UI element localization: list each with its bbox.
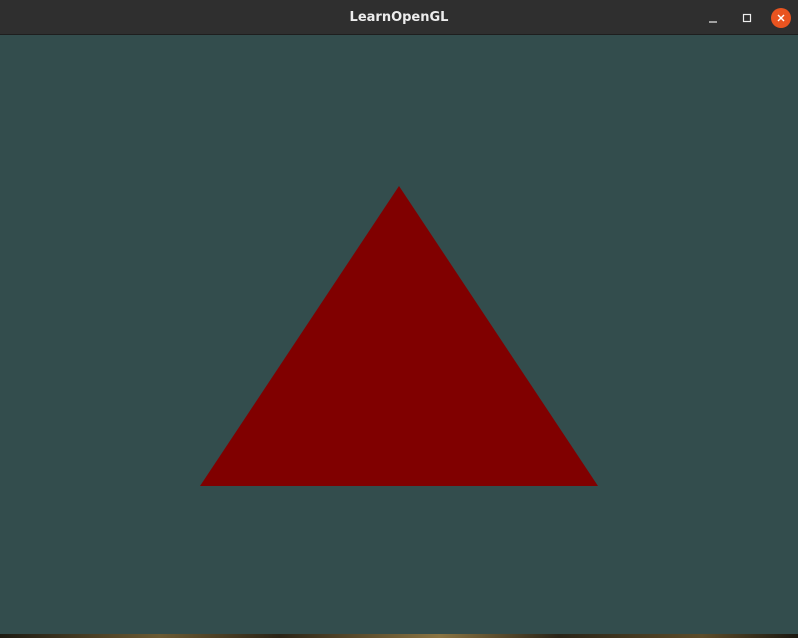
maximize-button[interactable] bbox=[737, 8, 757, 28]
red-triangle bbox=[200, 186, 598, 486]
maximize-icon bbox=[742, 13, 752, 23]
desktop-background-strip bbox=[0, 634, 798, 638]
close-icon bbox=[777, 14, 785, 22]
app-window: LearnOpenGL bbox=[0, 0, 798, 634]
triangle-scene bbox=[200, 186, 598, 486]
opengl-canvas[interactable] bbox=[0, 35, 798, 634]
window-title: LearnOpenGL bbox=[349, 10, 449, 25]
close-button[interactable] bbox=[771, 8, 791, 28]
minimize-button[interactable] bbox=[703, 8, 723, 28]
minimize-icon bbox=[709, 21, 717, 23]
titlebar[interactable]: LearnOpenGL bbox=[0, 0, 798, 35]
